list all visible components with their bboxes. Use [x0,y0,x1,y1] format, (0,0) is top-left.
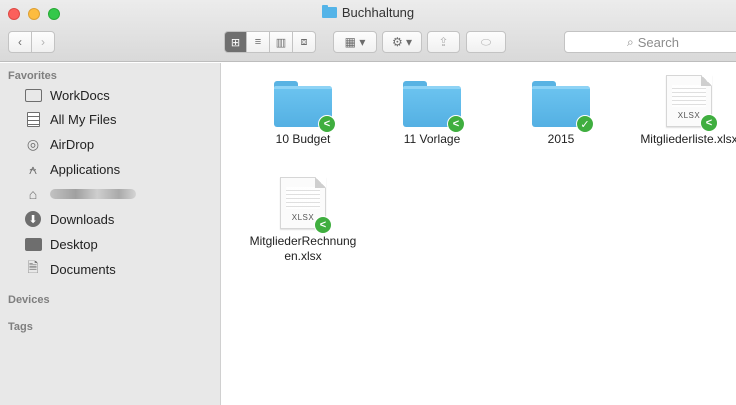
downloads-icon: ⬇ [24,211,42,227]
file-item-mitgliederrechnungen[interactable]: XLSX < MitgliederRechnung en.xlsx [248,175,358,264]
file-name: Mitgliederliste.xlsx [640,132,736,146]
back-button[interactable]: ‹ [8,31,32,53]
action-button[interactable]: ⚙ ▾ [382,31,422,53]
sidebar-item-label: Desktop [50,236,98,252]
file-name: 10 Budget [275,132,331,146]
sidebar: Favorites WorkDocs All My Files ◎ AirDro… [0,63,221,405]
window-title: Buchhaltung [0,5,736,20]
sidebar-item-label: Downloads [50,211,115,227]
sidebar-item-workdocs[interactable]: WorkDocs [24,84,110,106]
search-icon: ⌕ [627,34,634,49]
grid-icon: ⊞ [230,36,241,49]
file-name: 11 Vorlage [403,132,461,146]
sidebar-item-airdrop[interactable]: ◎ AirDrop [24,133,94,155]
home-icon: ⌂ [28,186,38,202]
desktop-icon [24,236,42,252]
folder-icon: < [403,81,465,133]
xlsx-file-icon: XLSX < [666,75,718,132]
finder-window: Buchhaltung ‹ › ⊞ ≡ ▥ ⧈ ▦ ▾ ⚙ ▾ ⇪ ⬭ ⌕ Se… [0,0,736,405]
file-name-line: en.xlsx [284,249,322,263]
redacted-home-label [50,189,136,199]
sidebar-section-favorites: Favorites [8,70,57,82]
coverflow-view-button[interactable]: ⧈ [293,31,316,53]
search-field[interactable]: ⌕ Search [564,31,736,53]
file-name: 2015 [547,132,575,146]
coverflow-icon: ⧈ [300,35,308,48]
file-item-2015[interactable]: ✓ 2015 [506,73,616,147]
gear-icon: ⚙ ▾ [391,35,413,49]
sidebar-item-label: Documents [50,261,116,277]
list-view-button[interactable]: ≡ [247,31,270,53]
sidebar-item-all-my-files[interactable]: All My Files [24,108,116,130]
folder-icon [321,5,337,18]
view-mode-selector: ⊞ ≡ ▥ ⧈ [224,31,316,53]
column-view-button[interactable]: ▥ [270,31,293,53]
share-button[interactable]: ⇪ [427,31,460,53]
icon-view-button[interactable]: ⊞ [224,31,247,53]
airdrop-icon: ◎ [26,135,40,152]
xlsx-file-icon: XLSX < [280,177,332,234]
chevron-left-icon: ‹ [18,35,22,49]
sidebar-item-applications[interactable]: ⍲ Applications [24,158,120,180]
arrange-button[interactable]: ▦ ▾ [333,31,377,53]
file-item-10-budget[interactable]: < 10 Budget [248,73,358,147]
sidebar-section-tags: Tags [8,321,33,333]
tag-icon: ⬭ [480,34,492,49]
window-title-text: Buchhaltung [341,5,415,20]
file-name-line: MitgliederRechnung [249,234,357,248]
sidebar-item-label: AirDrop [50,136,95,152]
list-icon: ≡ [254,36,262,48]
shared-badge-icon: < [314,216,332,234]
synced-badge-icon: ✓ [576,115,594,133]
shared-badge-icon: < [700,114,718,132]
file-icon-view: < 10 Budget < 11 Vorlage ✓ 2015 XLSX < M… [222,63,736,405]
share-icon: ⇪ [438,35,449,49]
sidebar-item-home[interactable]: ⌂ [24,183,136,205]
folder-outline-icon [24,87,42,103]
sidebar-section-devices: Devices [8,294,50,306]
sidebar-item-label: Applications [50,161,121,177]
folder-icon: < [274,81,336,133]
sidebar-item-documents[interactable]: 🗎 Documents [24,258,116,280]
file-item-11-vorlage[interactable]: < 11 Vorlage [377,73,487,147]
edit-tags-button[interactable]: ⬭ [466,31,506,53]
documents-icon: 🗎 [27,259,39,275]
toolbar: Buchhaltung ‹ › ⊞ ≡ ▥ ⧈ ▦ ▾ ⚙ ▾ ⇪ ⬭ ⌕ Se… [0,0,736,62]
file-name: MitgliederRechnung en.xlsx [242,234,364,264]
sidebar-item-desktop[interactable]: Desktop [24,233,98,255]
sidebar-item-label: WorkDocs [50,87,110,103]
search-placeholder: Search [637,34,679,50]
forward-button[interactable]: › [31,31,55,53]
file-item-mitgliederliste[interactable]: XLSX < Mitgliederliste.xlsx [634,73,736,147]
sidebar-item-downloads[interactable]: ⬇ Downloads [24,208,114,230]
columns-icon: ▥ [275,36,287,49]
applications-icon: ⍲ [28,160,38,177]
shared-badge-icon: < [447,115,465,133]
folder-icon: ✓ [532,81,594,133]
chevron-right-icon: › [41,35,45,49]
sidebar-item-label: All My Files [50,111,117,127]
shared-badge-icon: < [318,115,336,133]
arrange-icon: ▦ ▾ [344,35,366,49]
all-files-icon [24,111,42,127]
